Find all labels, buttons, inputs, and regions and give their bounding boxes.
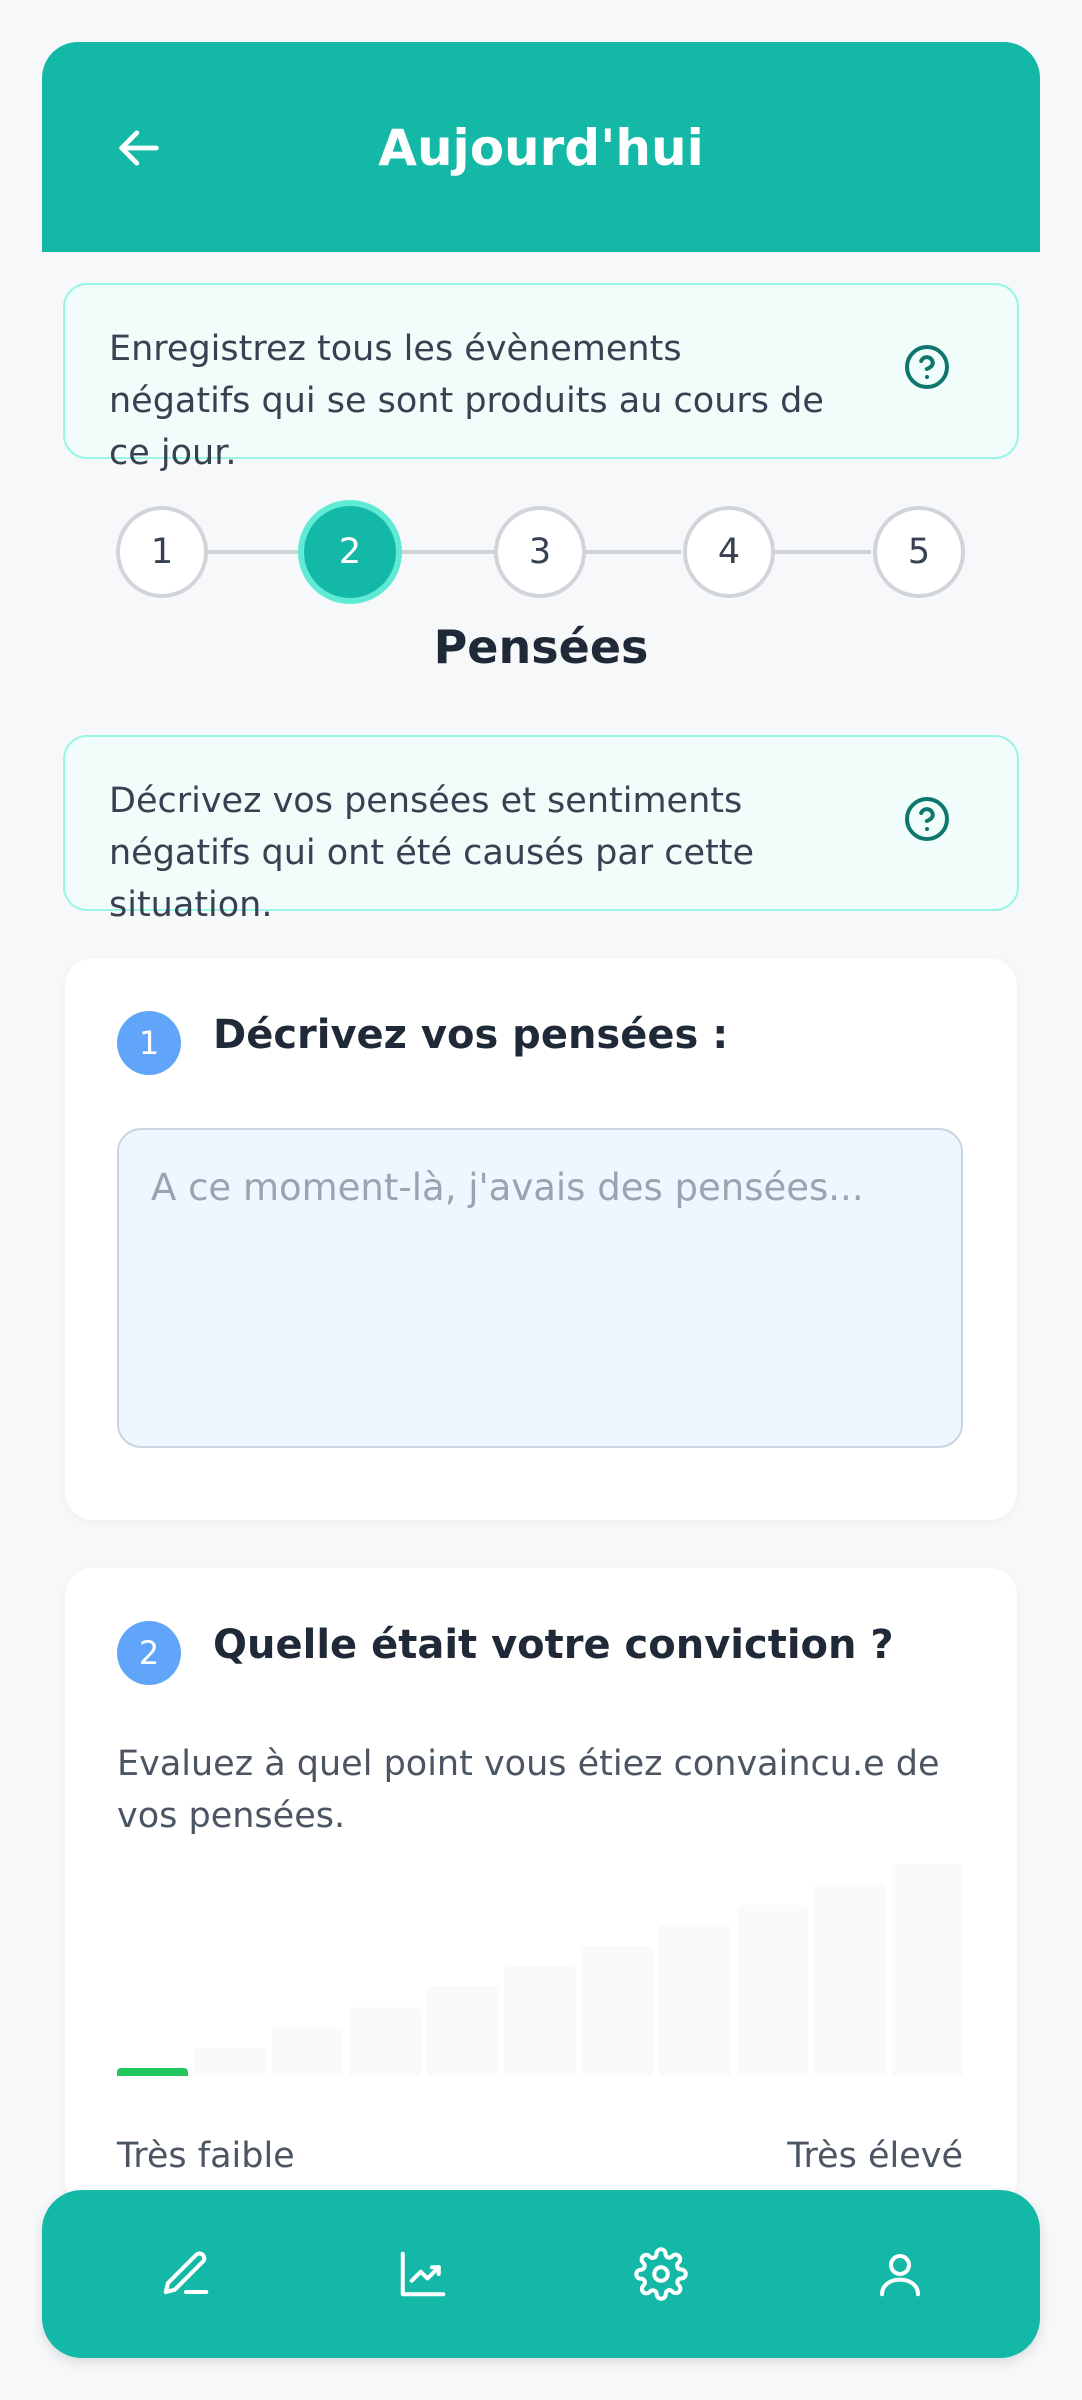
help-icon[interactable]: [903, 795, 951, 843]
step-2[interactable]: 2: [298, 500, 402, 604]
nav-profile[interactable]: [864, 2238, 936, 2310]
conviction-level-bar[interactable]: [271, 2027, 344, 2076]
step-connector: [208, 550, 304, 554]
conviction-level-bar[interactable]: [194, 2047, 266, 2076]
nav-stats[interactable]: [387, 2238, 459, 2310]
conviction-level-bar[interactable]: [659, 1925, 731, 2076]
chart-icon: [400, 2251, 446, 2297]
step-indicator: 1 2 3 4 5: [0, 497, 1082, 607]
conviction-level-bar[interactable]: [814, 1884, 886, 2076]
thoughts-textarea[interactable]: [117, 1128, 963, 1448]
conviction-level-bar[interactable]: [349, 2006, 421, 2076]
conviction-level-bar[interactable]: [117, 2068, 189, 2076]
scale-high-label: Très élevé: [787, 2136, 963, 2176]
step-info-text: Décrivez vos pensées et sentiments négat…: [109, 781, 755, 925]
step-1[interactable]: 1: [116, 506, 208, 598]
app-header: Aujourd'hui: [42, 42, 1040, 252]
thoughts-question-card: 1 Décrivez vos pensées :: [65, 958, 1017, 1520]
page-title: Aujourd'hui: [378, 119, 704, 177]
step-info-box: Décrivez vos pensées et sentiments négat…: [63, 735, 1019, 925]
bottom-navigation: [42, 2190, 1040, 2358]
step-3[interactable]: 3: [494, 506, 586, 598]
question-description: Evaluez à quel point vous étiez convainc…: [117, 1744, 940, 1836]
step-connector: [775, 550, 871, 554]
question-title: Décrivez vos pensées :: [213, 1012, 729, 1058]
conviction-level-bar[interactable]: [891, 1864, 963, 2076]
conviction-level-bar[interactable]: [736, 1904, 809, 2076]
nav-journal[interactable]: [150, 2238, 222, 2310]
step-connector: [400, 550, 496, 554]
step-connector: [585, 550, 681, 554]
intro-text: Enregistrez tous les évènements négatifs…: [109, 329, 824, 473]
question-number-badge: 2: [117, 1621, 181, 1685]
profile-icon: [879, 2253, 921, 2297]
conviction-level-bar[interactable]: [504, 1966, 576, 2076]
conviction-scale: [117, 1864, 963, 2076]
scale-low-label: Très faible: [117, 2136, 295, 2176]
step-4[interactable]: 4: [683, 506, 775, 598]
settings-icon: [634, 2247, 688, 2301]
intro-info-box: Enregistrez tous les évènements négatifs…: [63, 283, 1019, 473]
conviction-level-bar[interactable]: [581, 1945, 654, 2076]
conviction-question-card: 2 Quelle était votre conviction ? Evalue…: [65, 1568, 1017, 2208]
step-title: Pensées: [433, 620, 649, 674]
question-number-badge: 1: [117, 1011, 181, 1075]
conviction-level-bar[interactable]: [426, 1986, 499, 2076]
nav-settings[interactable]: [625, 2238, 697, 2310]
step-5[interactable]: 5: [873, 506, 965, 598]
help-icon[interactable]: [903, 343, 951, 391]
question-title: Quelle était votre conviction ?: [213, 1622, 894, 1668]
edit-icon: [163, 2251, 209, 2295]
